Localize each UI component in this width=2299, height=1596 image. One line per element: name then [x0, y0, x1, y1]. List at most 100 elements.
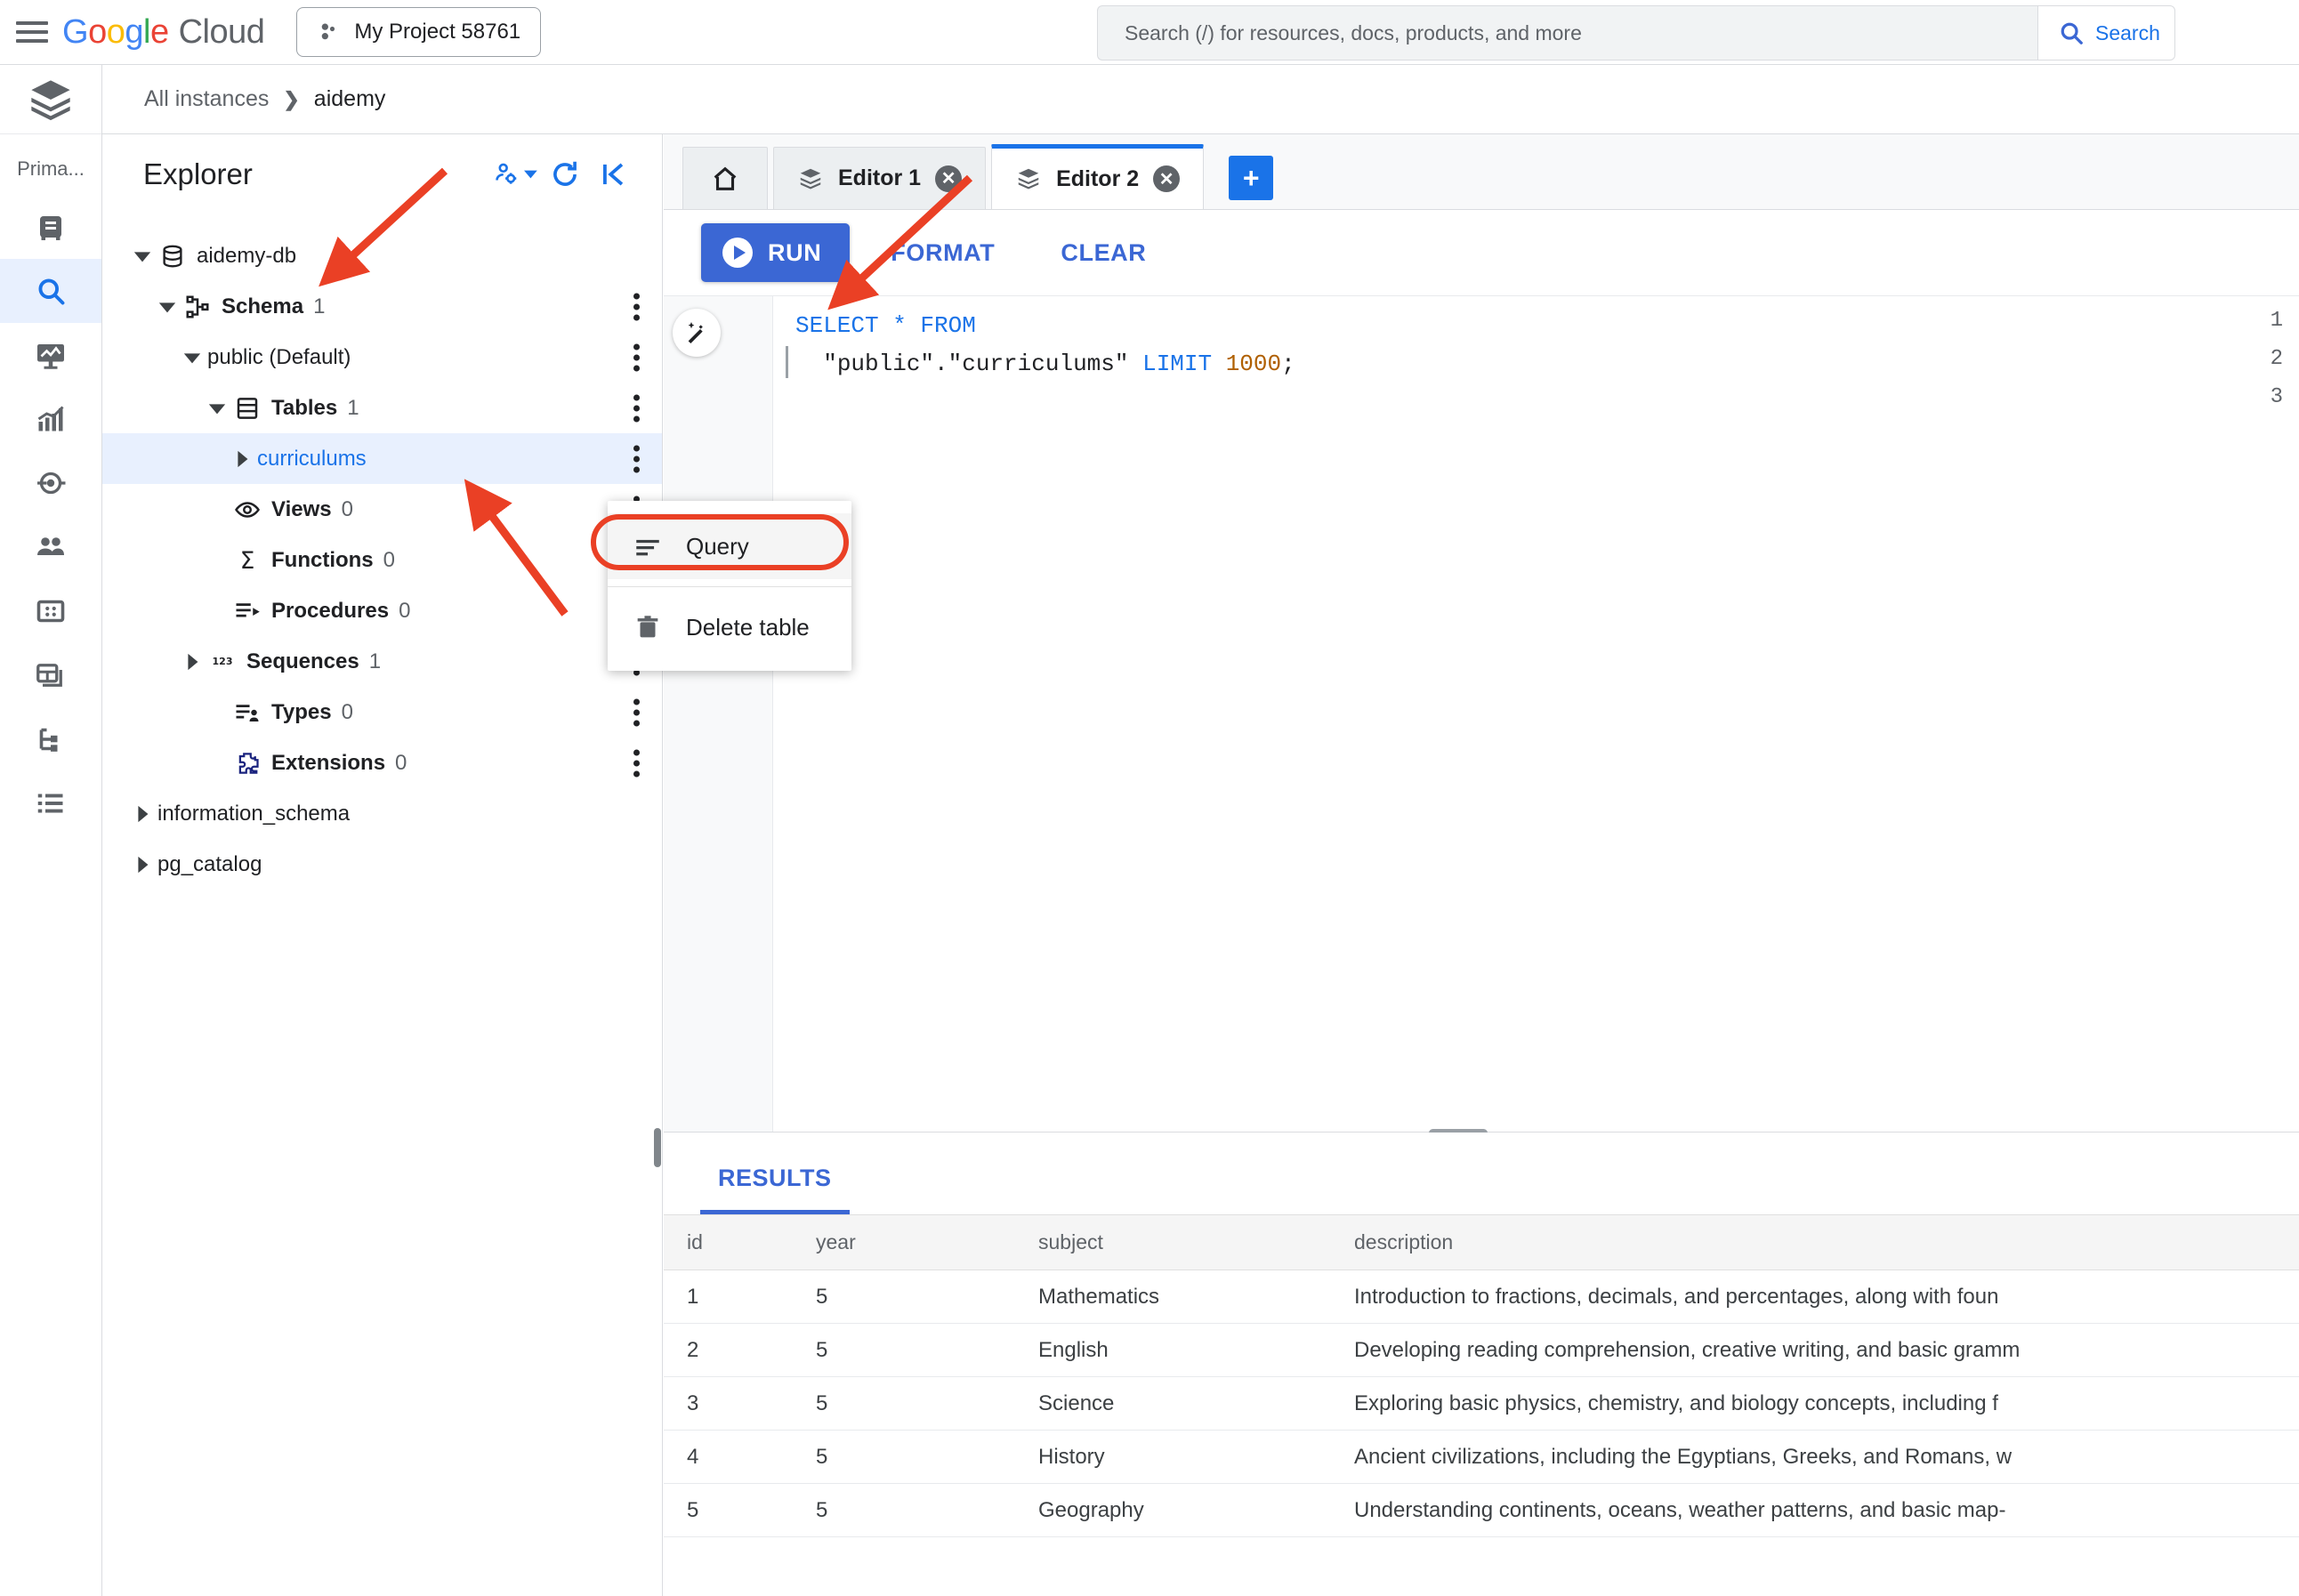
table-row[interactable]: 5 5 Geography Understanding continents, oce…	[664, 1483, 2299, 1537]
chevron-down-icon[interactable]	[177, 343, 207, 373]
sidebar-item-explore[interactable]	[0, 259, 101, 323]
tree-item-functions[interactable]: Σ Functions 0	[102, 535, 662, 585]
collapse-panel-button[interactable]	[593, 152, 637, 197]
table-icon	[232, 395, 262, 422]
trash-icon	[637, 616, 658, 638]
hamburger-icon[interactable]	[16, 16, 48, 48]
context-menu-item-query-label: Query	[686, 532, 749, 560]
tab-editor-1[interactable]: Editor 1 ✕	[773, 147, 987, 209]
chevron-right-icon[interactable]	[177, 647, 207, 677]
clear-button[interactable]: CLEAR	[1036, 239, 1171, 267]
tree-item-views[interactable]: Views 0	[102, 484, 662, 535]
sidebar-item-replicas[interactable]	[0, 643, 101, 707]
more-options-icon[interactable]	[630, 445, 642, 472]
puzzle-icon	[232, 750, 262, 777]
column-header[interactable]: subject	[1015, 1214, 1331, 1270]
more-options-icon[interactable]	[630, 293, 642, 320]
column-header[interactable]: description	[1331, 1214, 2299, 1270]
twist-spacer	[202, 495, 232, 525]
tree-item-types[interactable]: Types 0	[102, 687, 662, 738]
tree-item-label: Functions	[271, 547, 374, 572]
tab-editor-2[interactable]: Editor 2 ✕	[991, 144, 1205, 209]
bar-chart-icon	[37, 406, 64, 431]
search-input[interactable]	[1123, 20, 2037, 46]
database-icon	[157, 243, 188, 270]
tree-item-extensions[interactable]: Extensions 0	[102, 738, 662, 788]
add-tab-button[interactable]: +	[1229, 156, 1274, 200]
sql-code-text[interactable]: SELECT * FROM "public"."curriculums" LIM…	[795, 307, 1295, 422]
explorer-title: Explorer	[143, 157, 253, 190]
table-row[interactable]: 3 5 Science Exploring basic physics, chemis…	[664, 1376, 2299, 1431]
cell-id: 2	[664, 1323, 793, 1377]
sidebar-item-connections[interactable]	[0, 451, 101, 515]
monitor-chart-icon	[37, 344, 64, 369]
add-connection-button[interactable]	[493, 152, 537, 197]
chevron-down-icon[interactable]	[152, 292, 182, 322]
more-options-icon[interactable]	[630, 343, 642, 371]
tree-item-label: curriculums	[257, 446, 367, 471]
person-gear-icon	[496, 163, 517, 184]
sidebar-item-logs[interactable]	[0, 771, 101, 835]
chevron-down-icon[interactable]	[127, 241, 157, 271]
tree-item-count: 0	[395, 750, 407, 775]
tree-item-aidemy-db[interactable]: aidemy-db	[102, 230, 662, 281]
cell-id: 5	[664, 1483, 793, 1537]
search-field-wrapper[interactable]	[1097, 5, 2037, 60]
table-row[interactable]: 1 5 Mathematics Introduction to fractions, …	[664, 1270, 2299, 1324]
breadcrumb-all-instances[interactable]: All instances	[144, 86, 269, 112]
chevron-right-icon[interactable]	[127, 799, 157, 829]
cell-year: 5	[793, 1483, 1015, 1537]
close-icon[interactable]: ✕	[1153, 165, 1181, 192]
sidebar-item-monitoring[interactable]	[0, 323, 101, 387]
context-menu-item-delete-table[interactable]: Delete table	[608, 594, 851, 660]
tab-results[interactable]: RESULTS	[700, 1165, 850, 1214]
tree-item-count: 1	[347, 395, 359, 420]
chevron-down-icon[interactable]	[202, 393, 232, 423]
more-options-icon[interactable]	[630, 698, 642, 726]
sql-code-editor[interactable]: 1 2 3 SELECT * FROM "public"."curriculums"…	[664, 295, 2299, 1133]
table-row[interactable]: 4 5 History Ancient civilizations, includin…	[664, 1430, 2299, 1484]
search-icon	[38, 278, 65, 305]
ai-assist-button[interactable]	[673, 309, 721, 357]
tree-item-information-schema[interactable]: information_schema	[102, 788, 662, 839]
layout-copy-icon	[36, 664, 62, 687]
rail-title: Prima...	[17, 157, 85, 180]
editor-tabstrip: Editor 1 ✕ Editor 2 ✕ +	[664, 134, 2299, 210]
tree-item-pg-catalog[interactable]: pg_catalog	[102, 839, 662, 890]
tree-item-sequences[interactable]: 123 Sequences 1	[102, 636, 662, 687]
tree-item-label: information_schema	[157, 801, 351, 826]
column-header[interactable]: year	[793, 1214, 1015, 1270]
context-menu-divider	[608, 586, 851, 587]
sidebar-item-topology[interactable]	[0, 707, 101, 771]
chevron-right-icon[interactable]	[227, 444, 257, 474]
tree-item-count: 0	[341, 496, 353, 521]
sidebar-item-insights[interactable]	[0, 387, 101, 451]
tree-item-procedures[interactable]: Procedures 0	[102, 585, 662, 636]
format-button[interactable]: FORMAT	[866, 239, 1020, 267]
tab-home[interactable]	[682, 147, 768, 209]
line-number: 3	[2270, 385, 2283, 409]
explorer-scrollbar-thumb[interactable]	[654, 1128, 661, 1167]
project-selector[interactable]: My Project 58761	[296, 7, 542, 57]
chevron-right-icon[interactable]	[127, 850, 157, 880]
more-options-icon[interactable]	[630, 749, 642, 777]
sidebar-item-users[interactable]	[0, 515, 101, 579]
run-button[interactable]: RUN	[701, 223, 851, 282]
column-header[interactable]: id	[664, 1214, 793, 1270]
tree-item-schema[interactable]: Schema 1	[102, 281, 662, 332]
tree-item-tables[interactable]: Tables 1	[102, 383, 662, 433]
refresh-button[interactable]	[543, 152, 587, 197]
context-menu-item-query[interactable]: Query	[608, 513, 851, 579]
tree-item-curriculums[interactable]: curriculums	[102, 433, 662, 484]
table-row[interactable]: 2 5 English Developing reading comprehensio…	[664, 1323, 2299, 1377]
sidebar-item-backups[interactable]	[0, 579, 101, 643]
sidebar-item-overview[interactable]	[0, 195, 101, 259]
play-icon	[722, 238, 753, 268]
people-icon	[37, 537, 64, 555]
tree-item-public-default[interactable]: public (Default)	[102, 332, 662, 383]
cell-description: Introduction to fractions, decimals, and…	[1331, 1270, 2299, 1324]
search-button[interactable]: Search	[2037, 5, 2175, 60]
results-header-row: id year subject description	[664, 1214, 2299, 1270]
more-options-icon[interactable]	[630, 394, 642, 422]
close-icon[interactable]: ✕	[935, 165, 963, 192]
